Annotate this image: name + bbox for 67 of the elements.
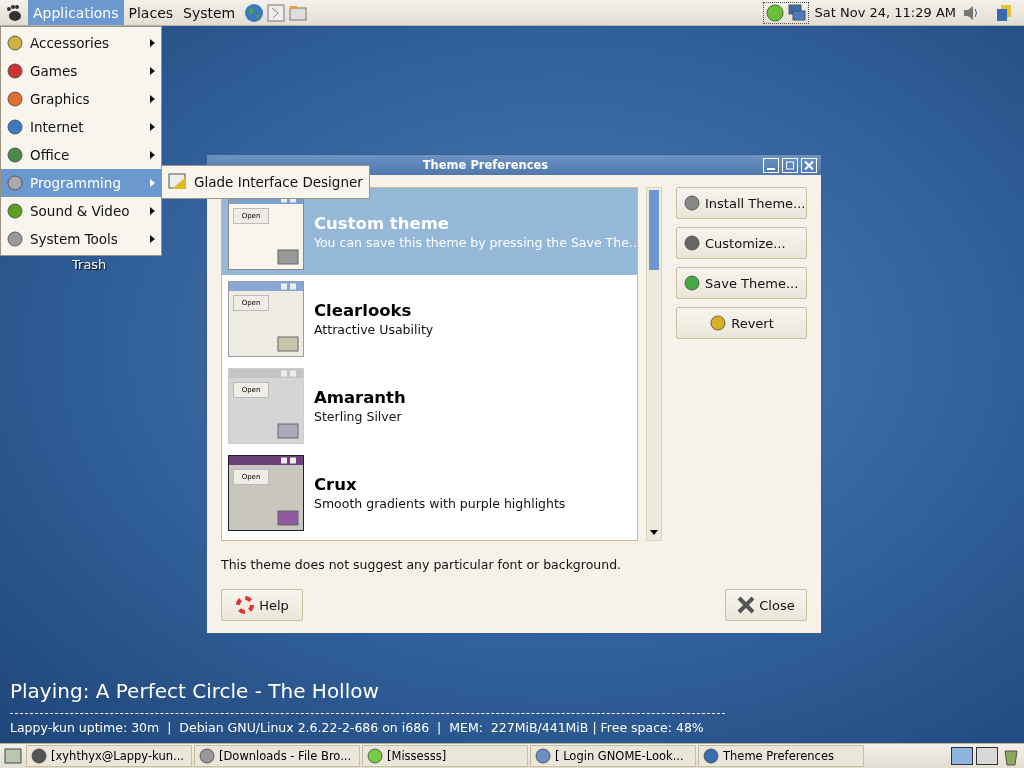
panel-menu[interactable]: System	[178, 0, 241, 25]
task-button[interactable]: [Downloads - File Bro...	[194, 745, 360, 767]
task-button[interactable]: [xyhthyx@Lappy-kun...	[26, 745, 192, 767]
foot-logo-icon[interactable]	[4, 2, 24, 23]
desktop-icon-label[interactable]: Trash	[72, 257, 107, 272]
system-stats-text: Lappy-kun uptime: 30m | Debian GNU/Linux 2.6.22-2-686 on i686 | MEM: 227MiB/441MiB | Free space: 48%	[10, 720, 705, 735]
close-icon	[737, 596, 756, 614]
menu-item[interactable]: Accessories	[1, 29, 161, 57]
clock[interactable]: Sat Nov 24, 11:29 AM	[808, 5, 962, 20]
info-text: This theme does not suggest any particular font or background.	[221, 557, 623, 572]
theme-name: Clearlooks	[314, 300, 413, 320]
theme-description: Attractive Usability	[314, 321, 434, 337]
scrollbar-thumb[interactable]	[649, 190, 660, 270]
theme-name: Crux	[314, 474, 358, 494]
action-button[interactable]: Revert	[676, 307, 807, 339]
submenu-arrow-icon	[150, 151, 155, 159]
scroll-down-arrow-icon[interactable]	[650, 530, 659, 536]
workspace[interactable]	[976, 747, 998, 765]
theme-name: Amaranth	[314, 387, 406, 407]
document-icon[interactable]	[266, 2, 287, 23]
close-dialog-button[interactable]: Close	[725, 589, 807, 621]
network-icon[interactable]	[785, 3, 806, 22]
now-playing-text: Playing: A Perfect Circle - The Hollow	[10, 679, 380, 703]
ruler-window-icon	[168, 173, 188, 191]
task-button[interactable]: [ Login GNOME-Look...	[530, 745, 696, 767]
submenu-arrow-icon	[150, 67, 155, 75]
close-button[interactable]	[801, 157, 817, 173]
action-button[interactable]: Customize...	[676, 227, 807, 259]
task-button[interactable]: Theme Preferences	[698, 745, 864, 767]
folder-icon	[277, 333, 299, 352]
menu-item[interactable]: Sound & Video	[1, 197, 161, 225]
lifebuoy-icon	[235, 595, 256, 615]
folder-icon	[277, 507, 299, 526]
theme-description: Sterling Silver	[314, 408, 403, 424]
minimize-button[interactable]	[763, 157, 779, 173]
submenu-arrow-icon	[150, 123, 155, 131]
globe-icon[interactable]	[244, 2, 265, 23]
action-button[interactable]: Install Theme...	[676, 187, 807, 219]
folder-icon	[277, 246, 299, 265]
workspace[interactable]	[951, 747, 973, 765]
menu-item[interactable]: System Tools	[1, 225, 161, 253]
volume-icon[interactable]	[962, 3, 980, 22]
submenu-arrow-icon	[150, 95, 155, 103]
menu-item[interactable]: Office	[1, 141, 161, 169]
windows-icon[interactable]	[994, 3, 1014, 22]
scrollbar[interactable]	[646, 187, 662, 541]
window-title: Theme Preferences	[421, 158, 550, 172]
submenu-arrow-icon	[150, 235, 155, 243]
theme-description: Smooth gradients with purple highlights	[314, 495, 566, 511]
theme-description: You can save this theme by pressing the Save The…	[314, 234, 638, 250]
folder-icon	[277, 420, 299, 439]
panel-menu[interactable]: Places	[123, 0, 179, 25]
menu-item[interactable]: Graphics	[1, 85, 161, 113]
menu-item[interactable]: Internet	[1, 113, 161, 141]
status-icon[interactable]	[765, 3, 784, 22]
status-icon	[366, 747, 384, 765]
help-button[interactable]: Help	[221, 589, 303, 621]
action-button[interactable]: Save Theme...	[676, 267, 807, 299]
menu-item[interactable]: Glade Interface Designer	[162, 168, 369, 196]
menu-item[interactable]: Games	[1, 57, 161, 85]
submenu-arrow-icon	[150, 39, 155, 47]
submenu-arrow-icon	[150, 207, 155, 215]
theme-name: Custom theme	[314, 213, 451, 233]
task-button[interactable]: [Missesss]	[362, 745, 528, 767]
show-desktop-icon[interactable]	[4, 747, 22, 765]
maximize-button[interactable]	[782, 157, 798, 173]
submenu-arrow-icon	[150, 179, 155, 187]
